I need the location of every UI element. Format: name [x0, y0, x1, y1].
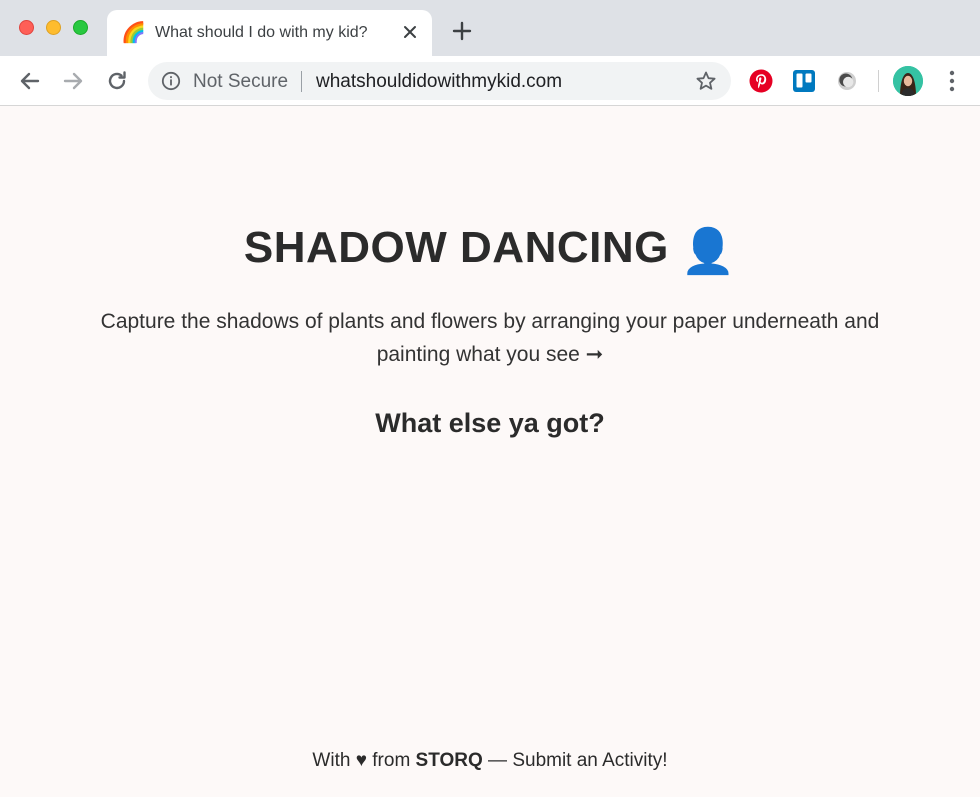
brand-link[interactable]: STORQ: [416, 750, 483, 771]
footer-from: from: [372, 750, 411, 771]
page-content: SHADOW DANCING 👤 Capture the shadows of p…: [0, 106, 980, 797]
bust-silhouette-icon: 👤: [680, 227, 737, 276]
maximize-window-button[interactable]: [73, 20, 88, 35]
rainbow-favicon-icon: 🌈: [121, 22, 146, 44]
star-icon[interactable]: [695, 70, 717, 92]
what-else-link[interactable]: What else ya got?: [0, 406, 980, 440]
security-label[interactable]: Not Secure: [193, 72, 288, 92]
shadow-icon[interactable]: [835, 69, 859, 93]
window-titlebar: 🌈 What should I do with my kid?: [0, 0, 980, 56]
avatar[interactable]: [893, 66, 923, 96]
tab-title: What should I do with my kid?: [155, 24, 368, 41]
back-button[interactable]: [17, 68, 43, 94]
reload-icon: [108, 71, 126, 90]
footer-dash: —: [488, 750, 508, 771]
arrow-right-icon: [63, 72, 83, 90]
arrow-left-icon: [20, 72, 40, 90]
toolbar-divider: [878, 70, 879, 92]
more-vertical-icon[interactable]: [944, 68, 960, 94]
close-window-button[interactable]: [19, 20, 34, 35]
browser-tab[interactable]: 🌈 What should I do with my kid?: [107, 10, 432, 56]
heart-icon: ♥: [355, 750, 367, 771]
activity-description: Capture the shadows of plants and flower…: [100, 310, 880, 366]
browser-toolbar: Not Secure whatshouldidowithmykid.com: [0, 56, 980, 106]
new-tab-button[interactable]: [449, 18, 475, 44]
info-icon[interactable]: [161, 71, 181, 91]
submit-activity-link[interactable]: Submit an Activity!: [512, 750, 667, 771]
pinterest-icon[interactable]: [749, 69, 773, 93]
trello-icon[interactable]: [792, 69, 816, 93]
forward-button[interactable]: [60, 68, 86, 94]
minimize-window-button[interactable]: [46, 20, 61, 35]
address-divider: [301, 71, 302, 92]
footer-prefix: With: [312, 750, 351, 771]
page-title-text: SHADOW DANCING: [243, 223, 669, 272]
tab-close-icon[interactable]: [399, 20, 421, 44]
address-bar[interactable]: Not Secure whatshouldidowithmykid.com: [148, 62, 731, 100]
url-text[interactable]: whatshouldidowithmykid.com: [316, 72, 562, 92]
page-title: SHADOW DANCING 👤: [0, 222, 980, 278]
footer: With ♥ from STORQ — Submit an Activity!: [0, 749, 980, 773]
reload-button[interactable]: [104, 68, 130, 94]
